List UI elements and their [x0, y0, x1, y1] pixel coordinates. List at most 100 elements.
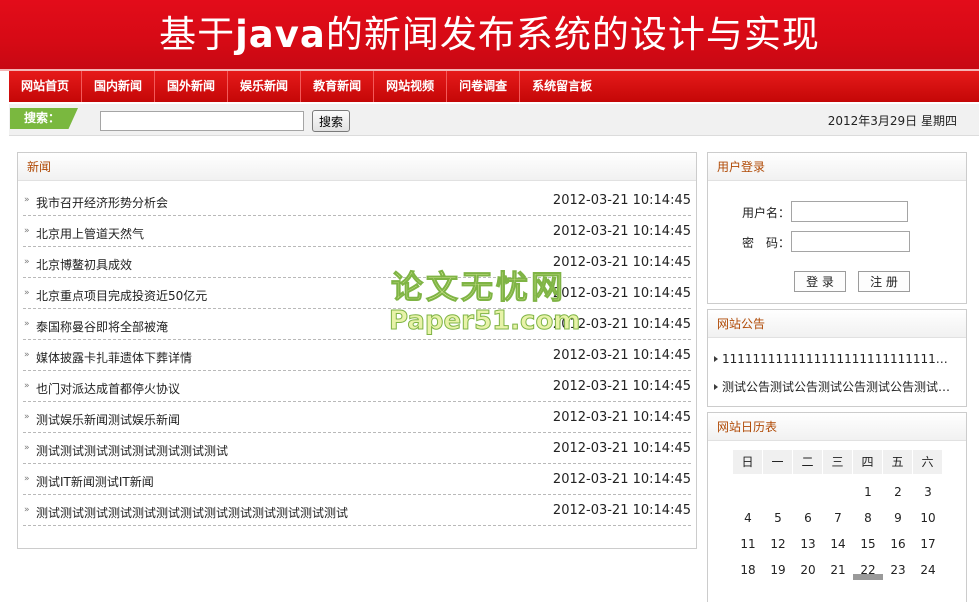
news-row: » 北京重点项目完成投资近50亿元 2012-03-21 10:14:45 [23, 278, 691, 309]
calendar-day[interactable]: 20 [793, 560, 823, 580]
double-chevron-icon: » [24, 226, 30, 236]
calendar-day[interactable]: 1 [853, 482, 883, 502]
news-title-link[interactable]: 测试测试测试测试测试测试测试测试测试测试测试测试测试 [36, 504, 348, 521]
site-title: 基于java的新闻发布系统的设计与实现 [159, 12, 820, 58]
search-input[interactable] [100, 111, 304, 131]
nav-item-guestbook[interactable]: 系统留言板 [520, 71, 604, 102]
double-chevron-icon: » [24, 505, 30, 515]
notice-item[interactable]: 1111111111111111111111111111111111111 [714, 352, 954, 366]
double-chevron-icon: » [24, 350, 30, 360]
news-title-link[interactable]: 泰国称曼谷即将全部被淹 [36, 318, 168, 335]
news-title-link[interactable]: 也门对派达成首都停火协议 [36, 380, 180, 397]
news-title-link[interactable]: 我市召开经济形势分析会 [36, 194, 168, 211]
nav-item-home[interactable]: 网站首页 [9, 71, 83, 102]
username-label: 用户名： [742, 206, 791, 220]
calendar-day[interactable]: 7 [823, 508, 853, 528]
calendar-day[interactable]: 14 [823, 534, 853, 554]
nav-item-entertainment[interactable]: 娱乐新闻 [228, 71, 302, 102]
search-button[interactable]: 搜索 [312, 110, 350, 132]
news-row: » 测试娱乐新闻测试娱乐新闻 2012-03-21 10:14:45 [23, 402, 691, 433]
calendar-weekday: 六 [913, 450, 943, 474]
calendar-day-empty [763, 482, 793, 502]
news-time: 2012-03-21 10:14:45 [552, 255, 691, 270]
calendar-day[interactable]: 19 [763, 560, 793, 580]
calendar-day[interactable]: 2 [883, 482, 913, 502]
news-row: » 测试测试测试测试测试测试测试测试测试测试测试测试测试 2012-03-21 10… [23, 495, 691, 526]
notice-item-text: 1111111111111111111111111111111111111 [722, 352, 954, 366]
calendar-day[interactable]: 18 [733, 560, 763, 580]
calendar-weekday: 日 [733, 450, 763, 474]
site-title-java: java [235, 13, 326, 56]
news-row: » 媒体披露卡扎菲遗体下葬详情 2012-03-21 10:14:45 [23, 340, 691, 371]
nav-item-video[interactable]: 网站视频 [374, 71, 448, 102]
news-title-link[interactable]: 测试IT新闻测试IT新闻 [36, 473, 154, 490]
news-title-link[interactable]: 北京用上管道天然气 [36, 225, 144, 242]
news-time: 2012-03-21 10:14:45 [552, 410, 691, 425]
calendar-day[interactable]: 16 [883, 534, 913, 554]
triangle-bullet-icon [714, 384, 718, 390]
calendar-weekday: 五 [883, 450, 913, 474]
news-time: 2012-03-21 10:14:45 [552, 503, 691, 518]
calendar-day[interactable]: 4 [733, 508, 763, 528]
news-row: » 北京用上管道天然气 2012-03-21 10:14:45 [23, 216, 691, 247]
password-label: 密 码： [742, 236, 791, 250]
news-time: 2012-03-21 10:14:45 [552, 286, 691, 301]
search-label: 搜索： [10, 108, 78, 129]
calendar-day[interactable]: 23 [883, 560, 913, 580]
site-banner: 基于java的新闻发布系统的设计与实现 [0, 0, 979, 71]
news-row: » 测试IT新闻测试IT新闻 2012-03-21 10:14:45 [23, 464, 691, 495]
calendar-day[interactable]: 9 [883, 508, 913, 528]
calendar-day[interactable]: 17 [913, 534, 943, 554]
username-input[interactable] [791, 201, 908, 222]
nav-item-education[interactable]: 教育新闻 [301, 71, 375, 102]
notice-item[interactable]: 测试公告测试公告测试公告测试公告测试公告 [714, 378, 954, 395]
calendar-day[interactable]: 10 [913, 508, 943, 528]
news-time: 2012-03-21 10:14:45 [552, 379, 691, 394]
search-bar: 搜索： 搜索 2012年3月29日 星期四 [9, 104, 979, 136]
calendar-day-empty [733, 482, 763, 502]
calendar-day[interactable]: 12 [763, 534, 793, 554]
calendar-day[interactable]: 13 [793, 534, 823, 554]
news-title-link[interactable]: 测试娱乐新闻测试娱乐新闻 [36, 411, 180, 428]
calendar-weekdays: 日一二三四五六 [733, 450, 943, 474]
login-button[interactable]: 登 录 [794, 271, 846, 292]
news-row: » 也门对派达成首都停火协议 2012-03-21 10:14:45 [23, 371, 691, 402]
calendar-day-today[interactable]: 22 [853, 560, 883, 580]
calendar-day[interactable]: 5 [763, 508, 793, 528]
calendar-weekday: 四 [853, 450, 883, 474]
news-time: 2012-03-21 10:14:45 [552, 317, 691, 332]
calendar-day[interactable]: 8 [853, 508, 883, 528]
news-time: 2012-03-21 10:14:45 [552, 441, 691, 456]
news-panel: 新闻 » 我市召开经济形势分析会 2012-03-21 10:14:45 » 北京用上管… [17, 152, 697, 549]
double-chevron-icon: » [24, 443, 30, 453]
register-button[interactable]: 注 册 [858, 271, 910, 292]
news-title-link[interactable]: 媒体披露卡扎菲遗体下葬详情 [36, 349, 192, 366]
double-chevron-icon: » [24, 195, 30, 205]
news-title-link[interactable]: 北京博鳌初具成效 [36, 256, 132, 273]
site-title-part: 基于 [159, 13, 236, 56]
calendar-day[interactable]: 21 [823, 560, 853, 580]
news-title-link[interactable]: 北京重点项目完成投资近50亿元 [36, 287, 207, 304]
triangle-bullet-icon [714, 356, 718, 362]
news-title-link[interactable]: 测试测试测试测试测试测试测试测试 [36, 442, 228, 459]
calendar-day[interactable]: 6 [793, 508, 823, 528]
calendar-day[interactable]: 15 [853, 534, 883, 554]
notice-panel: 网站公告 11111111111111111111111111111111111… [707, 309, 967, 407]
news-time: 2012-03-21 10:14:45 [552, 193, 691, 208]
nav-item-survey[interactable]: 问卷调查 [447, 71, 521, 102]
notice-item-text: 测试公告测试公告测试公告测试公告测试公告 [722, 380, 954, 394]
calendar-weekday: 三 [823, 450, 853, 474]
calendar-day[interactable]: 3 [913, 482, 943, 502]
double-chevron-icon: » [24, 412, 30, 422]
calendar-day[interactable]: 11 [733, 534, 763, 554]
news-row: » 测试测试测试测试测试测试测试测试 2012-03-21 10:14:45 [23, 433, 691, 464]
news-time: 2012-03-21 10:14:45 [552, 224, 691, 239]
double-chevron-icon: » [24, 319, 30, 329]
double-chevron-icon: » [24, 381, 30, 391]
double-chevron-icon: » [24, 257, 30, 267]
calendar-day[interactable]: 24 [913, 560, 943, 580]
password-input[interactable] [791, 231, 910, 252]
nav-item-domestic[interactable]: 国内新闻 [82, 71, 156, 102]
news-time: 2012-03-21 10:14:45 [552, 472, 691, 487]
nav-item-international[interactable]: 国外新闻 [155, 71, 229, 102]
